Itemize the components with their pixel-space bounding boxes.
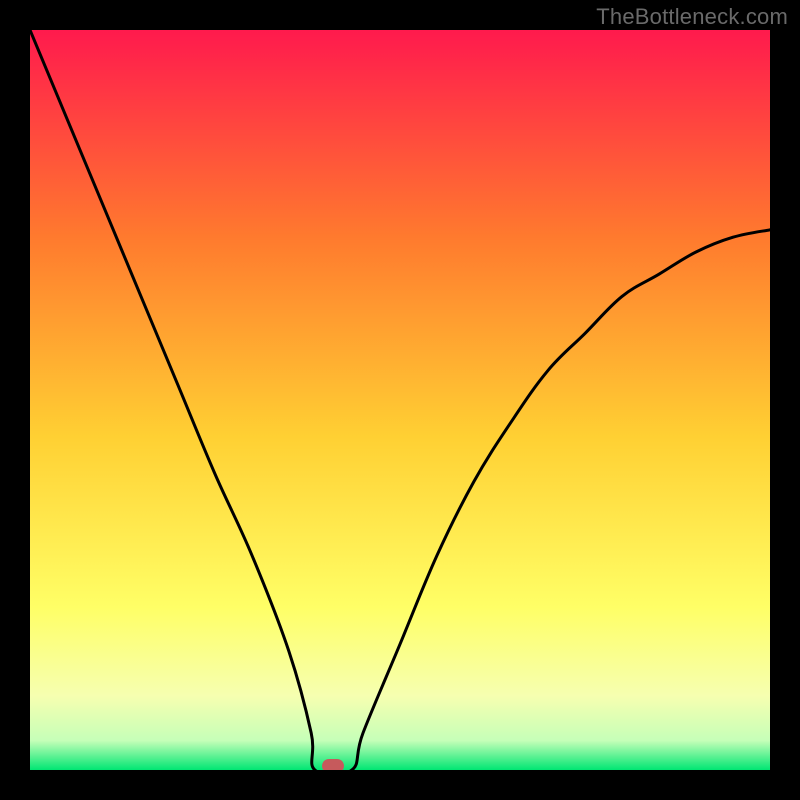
gradient-background [30, 30, 770, 770]
plot-area [30, 30, 770, 770]
bottleneck-marker [322, 759, 344, 770]
watermark-text: TheBottleneck.com [596, 4, 788, 30]
chart-frame: TheBottleneck.com [0, 0, 800, 800]
plot-svg [30, 30, 770, 770]
